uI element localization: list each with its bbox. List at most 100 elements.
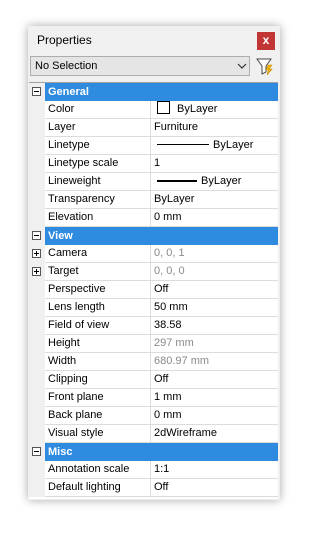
row-gutter bbox=[29, 209, 45, 227]
properties-panel: Properties x No Selection General Color By… bbox=[28, 26, 280, 500]
category-view[interactable]: View bbox=[29, 227, 278, 245]
row-gutter bbox=[29, 245, 45, 263]
property-value[interactable]: 0 mm bbox=[151, 407, 278, 425]
property-value[interactable]: Off bbox=[151, 281, 278, 299]
property-row-target[interactable]: Target 0, 0, 0 bbox=[29, 263, 278, 281]
property-value-text: Off bbox=[154, 481, 169, 493]
property-name: Field of view bbox=[45, 317, 151, 335]
row-gutter bbox=[29, 299, 45, 317]
property-value[interactable]: 0, 0, 0 bbox=[151, 263, 278, 281]
property-value[interactable]: 50 mm bbox=[151, 299, 278, 317]
property-row-front-plane[interactable]: Front plane 1 mm bbox=[29, 389, 278, 407]
property-value-text: 680.97 mm bbox=[154, 355, 210, 367]
property-row-lineweight[interactable]: Lineweight ByLayer bbox=[29, 173, 278, 191]
category-gutter bbox=[29, 227, 45, 245]
color-swatch-icon bbox=[157, 101, 170, 114]
property-name: Lineweight bbox=[45, 173, 151, 191]
property-value-text: ByLayer bbox=[213, 139, 254, 151]
property-value[interactable]: Off bbox=[151, 371, 278, 389]
property-value-text: 50 mm bbox=[154, 301, 188, 313]
property-value[interactable]: 1:1 bbox=[151, 461, 278, 479]
category-label: View bbox=[48, 230, 73, 242]
property-row-default-lighting[interactable]: Default lighting Off bbox=[29, 479, 278, 497]
property-row-annotation-scale[interactable]: Annotation scale 1:1 bbox=[29, 461, 278, 479]
selection-value: No Selection bbox=[35, 60, 98, 72]
property-name: Color bbox=[45, 101, 151, 119]
property-value[interactable]: 1 bbox=[151, 155, 278, 173]
collapse-icon[interactable] bbox=[32, 231, 41, 240]
property-value[interactable]: 680.97 mm bbox=[151, 353, 278, 371]
property-value-text: 0 mm bbox=[154, 211, 182, 223]
property-row-color[interactable]: Color ByLayer bbox=[29, 101, 278, 119]
property-value-text: 0 mm bbox=[154, 409, 182, 421]
property-row-transparency[interactable]: Transparency ByLayer bbox=[29, 191, 278, 209]
property-value[interactable]: 0 mm bbox=[151, 209, 278, 227]
property-value[interactable]: ByLayer bbox=[151, 101, 278, 119]
property-value[interactable]: 38.58 bbox=[151, 317, 278, 335]
property-row-lens-length[interactable]: Lens length 50 mm bbox=[29, 299, 278, 317]
expand-icon[interactable] bbox=[32, 249, 41, 258]
property-value[interactable]: ByLayer bbox=[151, 191, 278, 209]
property-name: Front plane bbox=[45, 389, 151, 407]
row-gutter bbox=[29, 371, 45, 389]
title-bar[interactable]: Properties x bbox=[28, 26, 280, 54]
property-value-text: 0, 0, 0 bbox=[154, 265, 185, 277]
property-row-clipping[interactable]: Clipping Off bbox=[29, 371, 278, 389]
property-value[interactable]: 2dWireframe bbox=[151, 425, 278, 443]
category-header-bar[interactable] bbox=[45, 227, 278, 245]
property-row-layer[interactable]: Layer Furniture bbox=[29, 119, 278, 137]
category-header-bar[interactable] bbox=[45, 443, 278, 461]
property-value[interactable]: Furniture bbox=[151, 119, 278, 137]
collapse-icon[interactable] bbox=[32, 447, 41, 456]
close-button[interactable]: x bbox=[257, 32, 275, 50]
property-value-text: 2dWireframe bbox=[154, 427, 217, 439]
property-value-text: 297 mm bbox=[154, 337, 194, 349]
quick-select-filter-icon[interactable] bbox=[255, 57, 275, 76]
property-row-field-of-view[interactable]: Field of view 38.58 bbox=[29, 317, 278, 335]
linetype-preview-icon bbox=[157, 144, 209, 145]
property-name: Linetype bbox=[45, 137, 151, 155]
property-name: Height bbox=[45, 335, 151, 353]
property-row-perspective[interactable]: Perspective Off bbox=[29, 281, 278, 299]
property-row-width[interactable]: Width 680.97 mm bbox=[29, 353, 278, 371]
category-gutter bbox=[29, 443, 45, 461]
property-row-linetype-scale[interactable]: Linetype scale 1 bbox=[29, 155, 278, 173]
property-value-text: ByLayer bbox=[154, 193, 195, 205]
row-gutter bbox=[29, 335, 45, 353]
property-value-text: 1 bbox=[154, 157, 161, 169]
category-misc[interactable]: Misc bbox=[29, 443, 278, 461]
property-name: Width bbox=[45, 353, 151, 371]
property-row-linetype[interactable]: Linetype ByLayer bbox=[29, 137, 278, 155]
property-name: Annotation scale bbox=[45, 461, 151, 479]
property-name: Clipping bbox=[45, 371, 151, 389]
property-value[interactable]: 0, 0, 1 bbox=[151, 245, 278, 263]
property-value[interactable]: Off bbox=[151, 479, 278, 497]
row-gutter bbox=[29, 479, 45, 497]
collapse-icon[interactable] bbox=[32, 87, 41, 96]
property-name: Target bbox=[45, 263, 151, 281]
property-value-text: Furniture bbox=[154, 121, 199, 133]
property-value-text: 1 mm bbox=[154, 391, 182, 403]
expand-icon[interactable] bbox=[32, 267, 41, 276]
row-gutter bbox=[29, 281, 45, 299]
category-gutter bbox=[29, 83, 45, 101]
property-name: Transparency bbox=[45, 191, 151, 209]
selection-dropdown[interactable]: No Selection bbox=[30, 56, 250, 76]
property-value[interactable]: 297 mm bbox=[151, 335, 278, 353]
property-row-visual-style[interactable]: Visual style 2dWireframe bbox=[29, 425, 278, 443]
lineweight-preview-icon bbox=[157, 180, 197, 182]
property-value[interactable]: ByLayer bbox=[151, 173, 278, 191]
row-gutter bbox=[29, 263, 45, 281]
property-value[interactable]: ByLayer bbox=[151, 137, 278, 155]
property-name: Layer bbox=[45, 119, 151, 137]
property-value-text: 38.58 bbox=[154, 319, 182, 331]
property-row-camera[interactable]: Camera 0, 0, 1 bbox=[29, 245, 278, 263]
property-value[interactable]: 1 mm bbox=[151, 389, 278, 407]
property-row-height[interactable]: Height 297 mm bbox=[29, 335, 278, 353]
property-row-elevation[interactable]: Elevation 0 mm bbox=[29, 209, 278, 227]
property-row-back-plane[interactable]: Back plane 0 mm bbox=[29, 407, 278, 425]
category-general[interactable]: General bbox=[29, 83, 278, 101]
property-name: Camera bbox=[45, 245, 151, 263]
row-gutter bbox=[29, 101, 45, 119]
row-gutter bbox=[29, 137, 45, 155]
